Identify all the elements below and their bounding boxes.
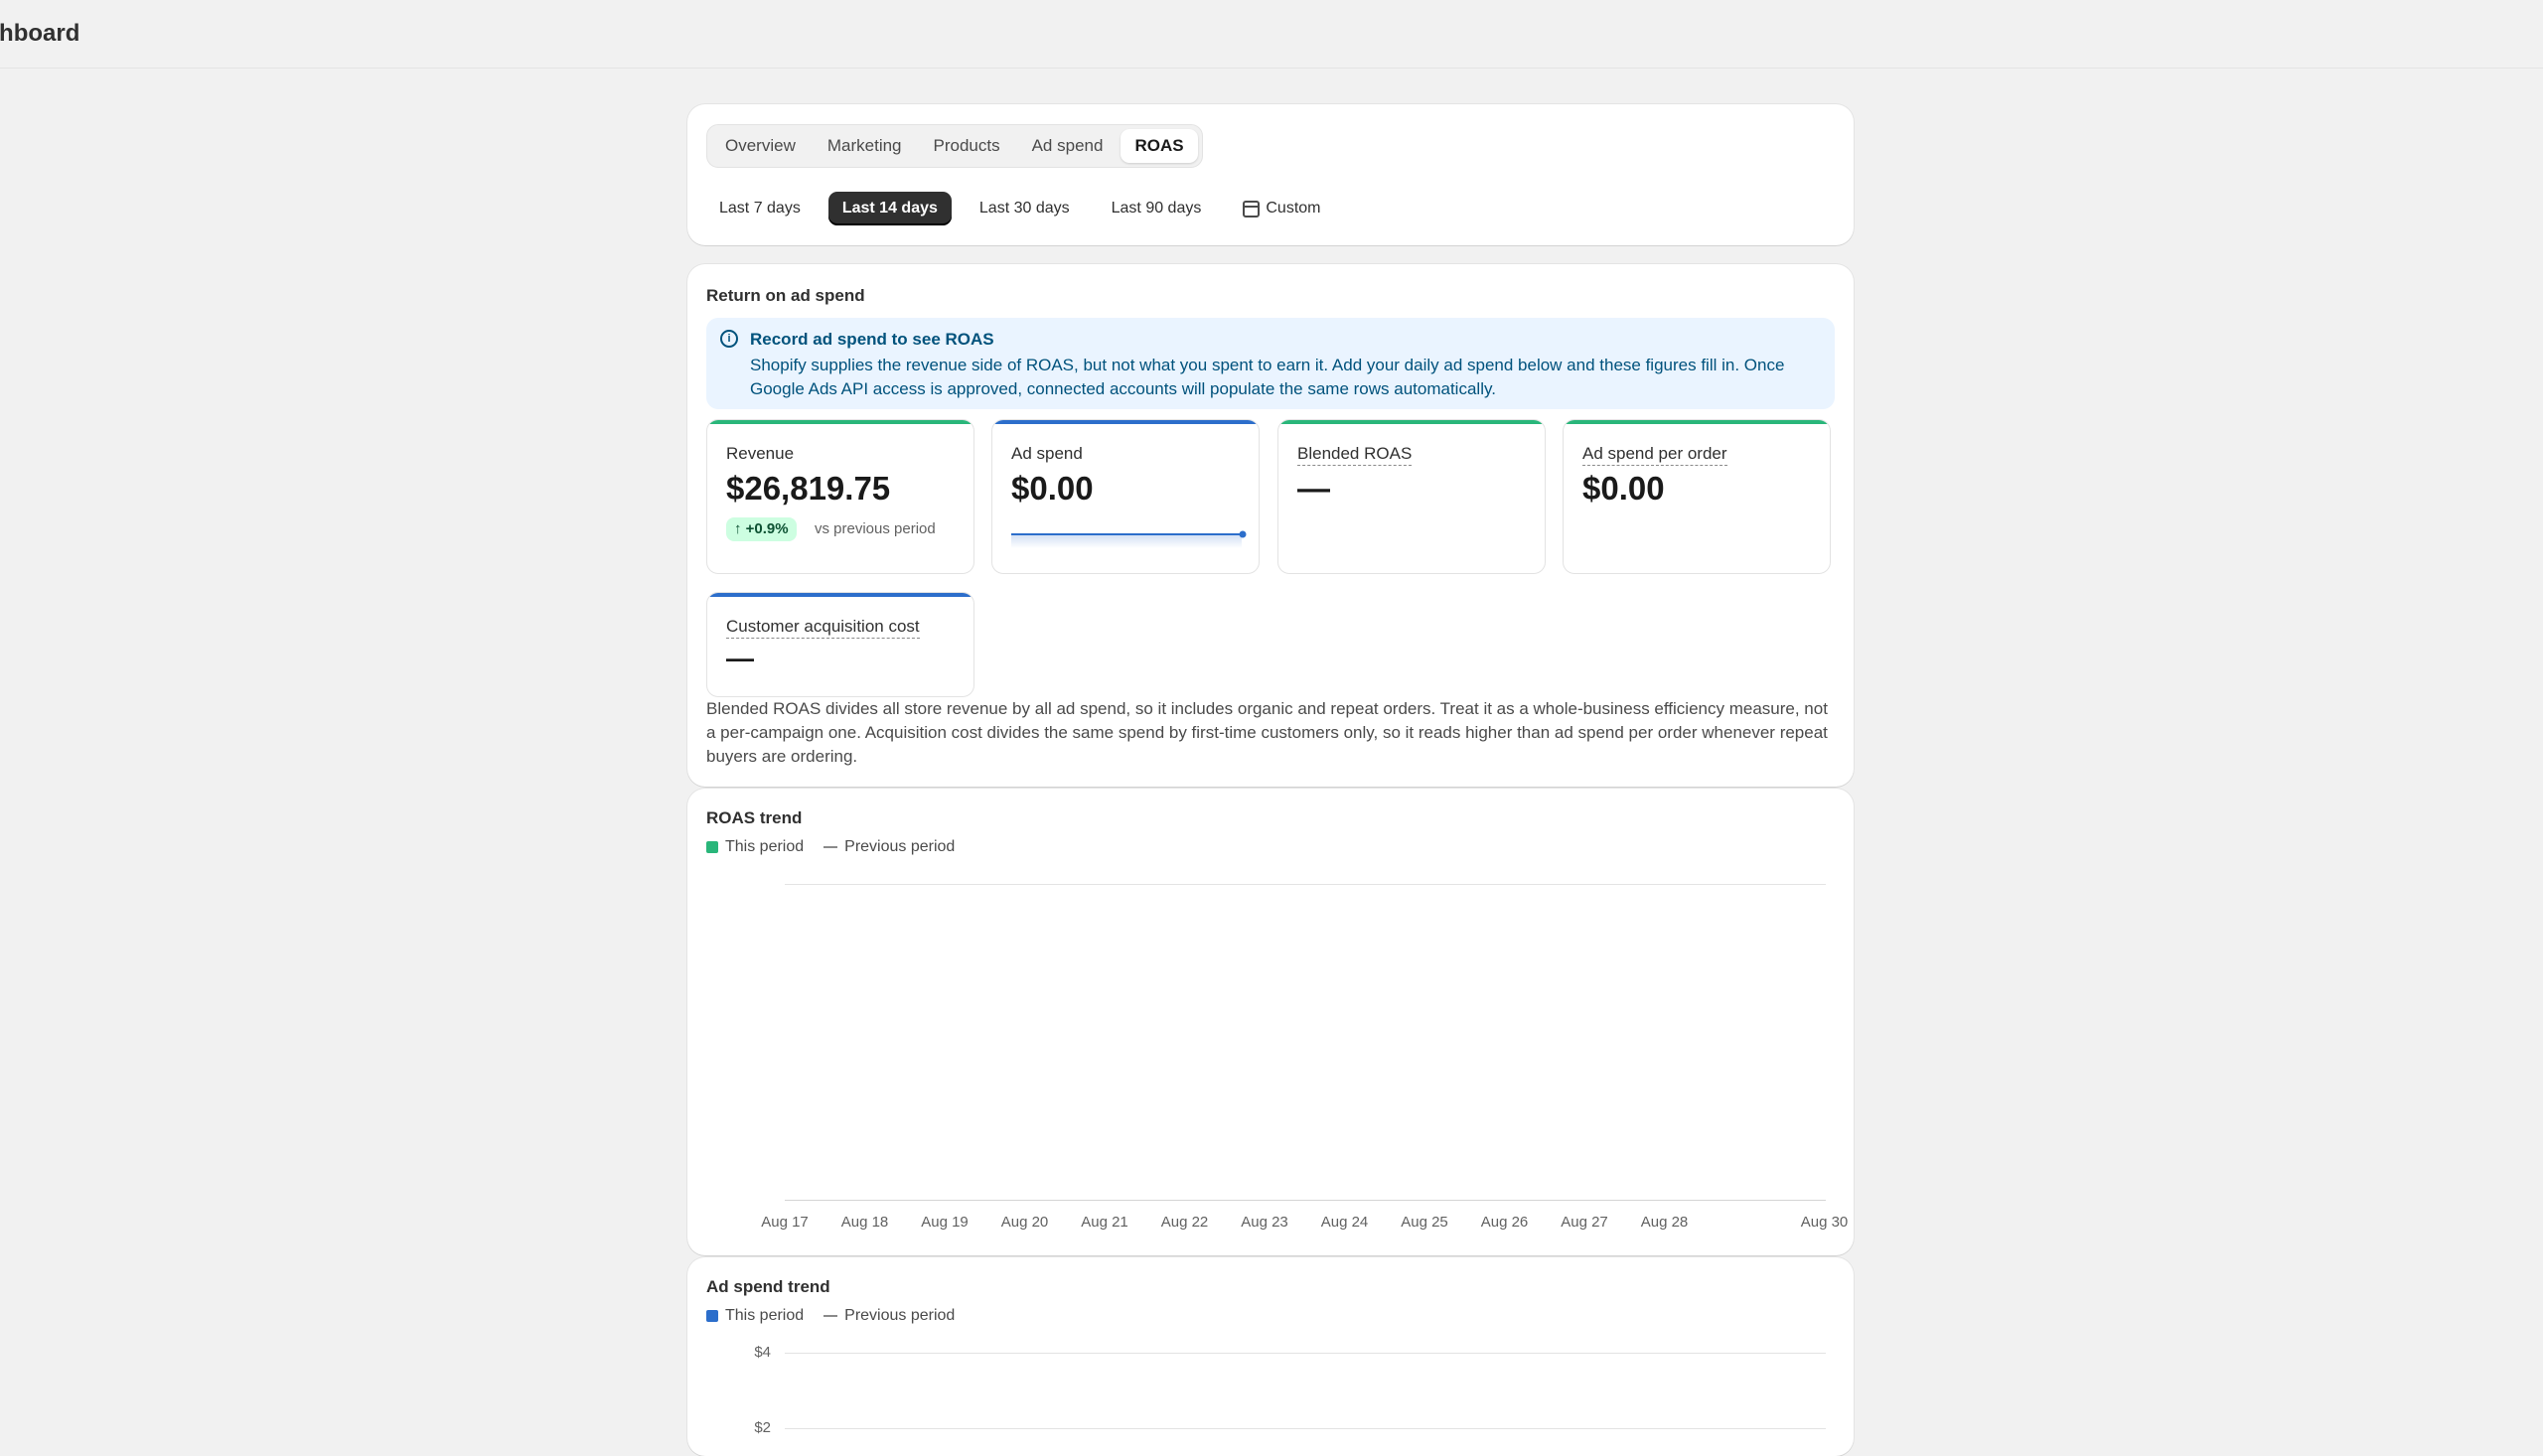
x-tick-label: Aug 23: [1241, 1214, 1288, 1231]
legend-previous-period[interactable]: Previous period: [823, 1307, 955, 1325]
ad-spend-sparkline: [1011, 530, 1247, 548]
x-tick-label: Aug 27: [1561, 1214, 1608, 1231]
metric-ad-spend-per-order: Ad spend per order $0.00: [1563, 419, 1831, 574]
top-bar: Dashboard: [0, 0, 2543, 69]
gridline: [785, 1353, 1826, 1354]
change-badge: ↑ +0.9%: [726, 517, 797, 541]
legend-label: This period: [725, 1307, 805, 1324]
metric-label: Ad spend: [1011, 444, 1083, 463]
legend-dash: [823, 1315, 838, 1317]
change-note: vs previous period: [815, 520, 936, 537]
roas-card: Return on ad spend i Record ad spend to …: [687, 264, 1854, 787]
y-tick-label: $4: [754, 1344, 771, 1361]
range-last-90-days[interactable]: Last 90 days: [1098, 192, 1216, 225]
banner-text: Shopify supplies the revenue side of ROA…: [750, 356, 1785, 398]
metric-accent: [1564, 420, 1830, 424]
navigation-card: Overview Marketing Products Ad spend ROA…: [687, 104, 1854, 245]
x-tick-label: Aug 17: [761, 1214, 809, 1231]
roas-section-title: Return on ad spend: [706, 286, 865, 305]
page-title: Dashboard: [0, 20, 80, 47]
gridline-top: [785, 884, 1826, 885]
roas-trend-card: ROAS trend This period Previous period A…: [687, 789, 1854, 1255]
metric-accent: [707, 593, 973, 597]
range-last-14-days[interactable]: Last 14 days: [827, 192, 952, 225]
roas-trend-title: ROAS trend: [706, 808, 803, 827]
metric-revenue: Revenue $26,819.75 ↑ +0.9% vs previous p…: [706, 419, 974, 574]
metric-label: Revenue: [726, 444, 795, 463]
legend-this-period[interactable]: This period: [706, 838, 804, 856]
x-tick-label: Aug 22: [1160, 1214, 1209, 1231]
legend-label: This period: [725, 838, 805, 855]
range-last-30-days[interactable]: Last 30 days: [966, 192, 1084, 225]
legend-dash: [823, 846, 838, 848]
ad-spend-trend-legend: This period Previous period: [706, 1307, 955, 1325]
tab-marketing[interactable]: Marketing: [814, 129, 916, 163]
calendar-icon: [1243, 200, 1261, 218]
tab-ad-spend[interactable]: Ad spend: [1018, 129, 1118, 163]
x-tick-label: Aug 30: [1800, 1214, 1849, 1231]
x-tick-label: Aug 19: [921, 1214, 969, 1231]
legend-label: Previous period: [844, 1307, 956, 1324]
legend-swatch: [706, 841, 718, 853]
tab-bar: Overview Marketing Products Ad spend ROA…: [706, 124, 1203, 168]
sparkline-dot: [1239, 530, 1247, 538]
metric-accent: [707, 420, 973, 424]
legend-previous-period[interactable]: Previous period: [823, 838, 955, 856]
metric-accent: [992, 420, 1259, 424]
ad-spend-trend-card: Ad spend trend This period Previous peri…: [687, 1257, 1854, 1456]
metric-label[interactable]: Ad spend per order: [1582, 444, 1727, 466]
x-tick-label: Aug 18: [840, 1214, 889, 1231]
range-custom-button[interactable]: Custom: [1229, 192, 1334, 225]
ad-spend-trend-title: Ad spend trend: [706, 1277, 830, 1296]
metric-value: $26,819.75: [726, 470, 891, 507]
x-tick-label: Aug 28: [1640, 1214, 1689, 1231]
x-tick-label: Aug 25: [1401, 1214, 1448, 1231]
metric-label[interactable]: Blended ROAS: [1297, 444, 1413, 466]
y-tick-label: $2: [754, 1419, 771, 1436]
date-range-selector: Last 7 days Last 14 days Last 30 days La…: [705, 192, 1334, 225]
metric-value: $0.00: [1582, 470, 1665, 507]
tab-roas[interactable]: ROAS: [1121, 129, 1198, 163]
x-axis-baseline: [785, 1200, 1826, 1201]
metric-value: —: [1297, 470, 1330, 507]
metric-value: $0.00: [1011, 470, 1094, 507]
metric-customer-acquisition-cost: Customer acquisition cost —: [706, 592, 974, 697]
legend-label: Previous period: [844, 838, 956, 855]
range-last-7-days[interactable]: Last 7 days: [705, 192, 815, 225]
info-banner: i Record ad spend to see ROAS Shopify su…: [706, 318, 1835, 409]
x-tick-label: Aug 24: [1320, 1214, 1369, 1231]
metric-value: —: [726, 643, 754, 673]
range-custom-label: Custom: [1266, 200, 1321, 217]
tab-products[interactable]: Products: [920, 129, 1014, 163]
roas-trend-legend: This period Previous period: [706, 838, 955, 856]
roas-explanation: Blended ROAS divides all store revenue b…: [706, 699, 1828, 766]
metric-ad-spend: Ad spend $0.00: [991, 419, 1260, 574]
info-icon: i: [720, 330, 738, 348]
gridline: [785, 1428, 1826, 1429]
x-tick-label: Aug 21: [1081, 1214, 1128, 1231]
metric-accent: [1278, 420, 1545, 424]
sparkline-area: [1011, 534, 1242, 548]
legend-swatch: [706, 1310, 718, 1322]
metric-label[interactable]: Customer acquisition cost: [726, 617, 920, 639]
tab-overview[interactable]: Overview: [711, 129, 810, 163]
x-tick-label: Aug 20: [1000, 1214, 1049, 1231]
banner-title: Record ad spend to see ROAS: [750, 330, 994, 349]
metric-blended-roas: Blended ROAS —: [1277, 419, 1546, 574]
x-tick-label: Aug 26: [1480, 1214, 1529, 1231]
legend-this-period[interactable]: This period: [706, 1307, 804, 1325]
